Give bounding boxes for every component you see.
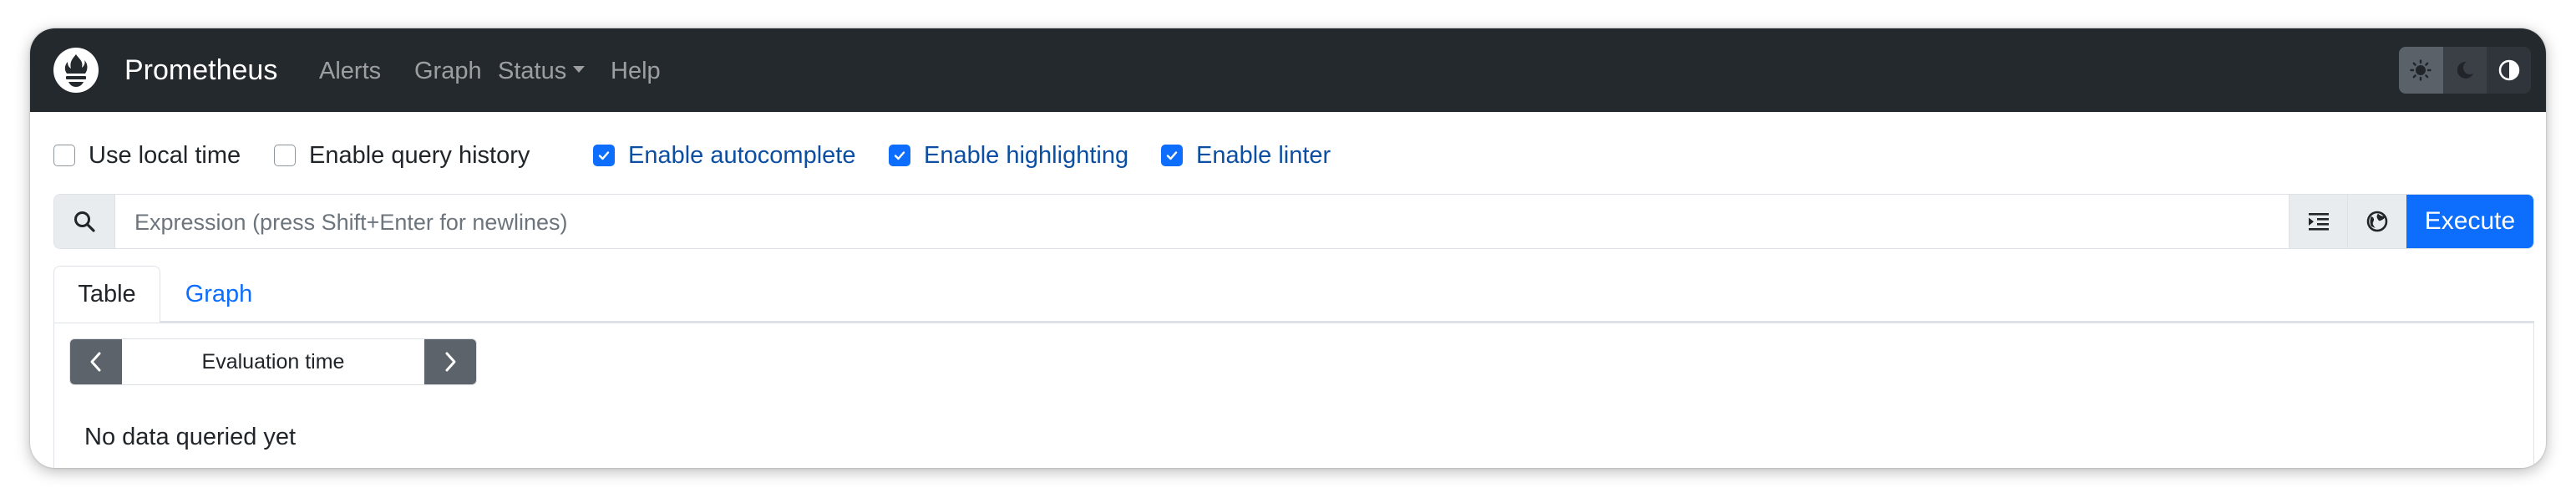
chevron-right-icon <box>445 352 456 372</box>
checkbox-checked[interactable] <box>1161 145 1183 166</box>
evaluation-time-control: Evaluation time <box>69 338 477 385</box>
moon-icon <box>2457 61 2473 79</box>
tab-graph[interactable]: Graph <box>160 266 277 323</box>
eval-time-prev-button[interactable] <box>70 339 122 384</box>
caret-down-icon <box>573 66 586 74</box>
nav-link-status[interactable]: Status <box>498 55 586 87</box>
checkbox-checked[interactable] <box>593 145 615 166</box>
use-local-time-label: Use local time <box>89 141 241 169</box>
brand-title[interactable]: Prometheus <box>124 52 277 89</box>
result-tabs: Table Graph <box>53 266 2534 323</box>
enable-autocomplete-checkbox[interactable]: Enable autocomplete <box>593 137 855 174</box>
search-addon <box>54 195 115 248</box>
theme-dark-button[interactable] <box>2442 47 2487 94</box>
enable-query-history-checkbox[interactable]: Enable query history <box>274 137 530 174</box>
theme-toggle <box>2399 47 2531 94</box>
globe-icon <box>2366 211 2388 232</box>
nav-link-status-label: Status <box>498 58 567 84</box>
metrics-explorer-button[interactable] <box>2347 195 2406 248</box>
checkbox-checked[interactable] <box>889 145 910 166</box>
table-panel: Evaluation time No data queried yet <box>53 323 2534 468</box>
app-window: Prometheus Alerts Graph Status Help Use … <box>30 28 2546 468</box>
execute-button[interactable]: Execute <box>2406 195 2533 248</box>
tab-table[interactable]: Table <box>53 266 160 323</box>
evaluation-time-input[interactable]: Evaluation time <box>122 339 424 384</box>
theme-light-button[interactable] <box>2399 47 2443 94</box>
prometheus-logo-icon[interactable] <box>53 48 99 93</box>
enable-autocomplete-label: Enable autocomplete <box>628 141 856 169</box>
enable-highlighting-checkbox[interactable]: Enable highlighting <box>889 137 1128 174</box>
expression-bar: Execute <box>53 194 2534 249</box>
checkmark-icon <box>598 151 610 160</box>
sun-icon <box>2410 59 2432 81</box>
format-expression-button[interactable] <box>2289 195 2348 248</box>
checkbox-box[interactable] <box>274 145 296 166</box>
nav-link-help[interactable]: Help <box>611 55 661 87</box>
contrast-icon <box>2498 59 2519 81</box>
empty-state-message: No data queried yet <box>84 424 297 450</box>
nav-link-alerts[interactable]: Alerts <box>319 55 381 87</box>
search-icon <box>74 211 95 232</box>
enable-query-history-label: Enable query history <box>309 141 530 169</box>
chevron-left-icon <box>90 352 101 372</box>
enable-linter-label: Enable linter <box>1196 141 1331 169</box>
enable-linter-checkbox[interactable]: Enable linter <box>1161 137 1331 174</box>
use-local-time-checkbox[interactable]: Use local time <box>53 137 241 174</box>
theme-auto-button[interactable] <box>2487 47 2531 94</box>
nav-link-graph[interactable]: Graph <box>414 55 482 87</box>
indent-icon <box>2309 213 2329 231</box>
navbar: Prometheus Alerts Graph Status Help <box>30 28 2546 112</box>
enable-highlighting-label: Enable highlighting <box>924 141 1129 169</box>
expression-input[interactable] <box>116 195 2291 248</box>
eval-time-next-button[interactable] <box>424 339 476 384</box>
checkmark-icon <box>894 151 905 160</box>
checkbox-box[interactable] <box>53 145 75 166</box>
checkmark-icon <box>1166 151 1178 160</box>
